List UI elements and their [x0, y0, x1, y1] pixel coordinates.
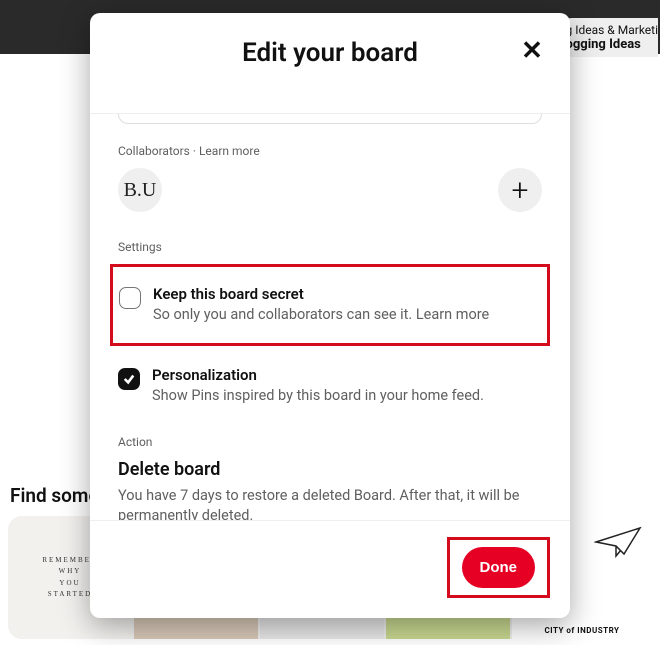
secret-setting-row: Keep this board secret So only you and c…	[119, 275, 541, 335]
modal-title: Edit your board	[110, 38, 550, 68]
personalization-title: Personalization	[152, 366, 484, 384]
paper-plane-icon	[594, 524, 644, 559]
find-section-label: Find some	[10, 484, 99, 507]
done-button[interactable]: Done	[462, 547, 536, 588]
action-label: Action	[118, 435, 542, 449]
personalization-desc: Show Pins inspired by this board in your…	[152, 386, 484, 406]
modal-header: Edit your board ✕	[90, 13, 570, 113]
plus-icon: +	[512, 173, 529, 208]
settings-label: Settings	[118, 240, 542, 254]
collaborators-label: Collaborators · Learn more	[118, 144, 542, 158]
name-input[interactable]	[118, 114, 542, 124]
action-block: Action Delete board You have 7 days to r…	[118, 435, 542, 521]
secret-learn-more-link[interactable]: Learn more	[416, 306, 489, 323]
close-button[interactable]: ✕	[514, 33, 550, 69]
secret-setting-highlight: Keep this board secret So only you and c…	[110, 264, 550, 346]
delete-board-desc: You have 7 days to restore a deleted Boa…	[118, 486, 542, 521]
personalization-checkbox[interactable]	[118, 368, 140, 390]
modal-footer: Done	[90, 521, 570, 618]
collab-learn-more-link[interactable]: Learn more	[199, 144, 260, 158]
chip-line2: ogging Ideas	[566, 37, 659, 52]
edit-board-modal: Edit your board ✕ Collaborators · Learn …	[90, 13, 570, 618]
done-highlight: Done	[447, 537, 551, 598]
close-icon: ✕	[521, 36, 543, 66]
chip-line1: g Ideas & Marketi	[566, 23, 659, 37]
related-chip[interactable]: g Ideas & Marketi ogging Ideas	[556, 18, 659, 57]
secret-title: Keep this board secret	[153, 285, 489, 303]
delete-board-button[interactable]: Delete board	[118, 459, 542, 480]
collaborators-row: B.U +	[118, 168, 542, 212]
personalization-setting-row: Personalization Show Pins inspired by th…	[118, 356, 542, 416]
secret-checkbox[interactable]	[119, 287, 141, 309]
add-collaborator-button[interactable]: +	[498, 168, 542, 212]
modal-body[interactable]: Collaborators · Learn more B.U + Setting…	[90, 113, 570, 521]
secret-desc: So only you and collaborators can see it…	[153, 305, 489, 325]
check-icon	[123, 373, 135, 385]
avatar[interactable]: B.U	[118, 168, 162, 212]
